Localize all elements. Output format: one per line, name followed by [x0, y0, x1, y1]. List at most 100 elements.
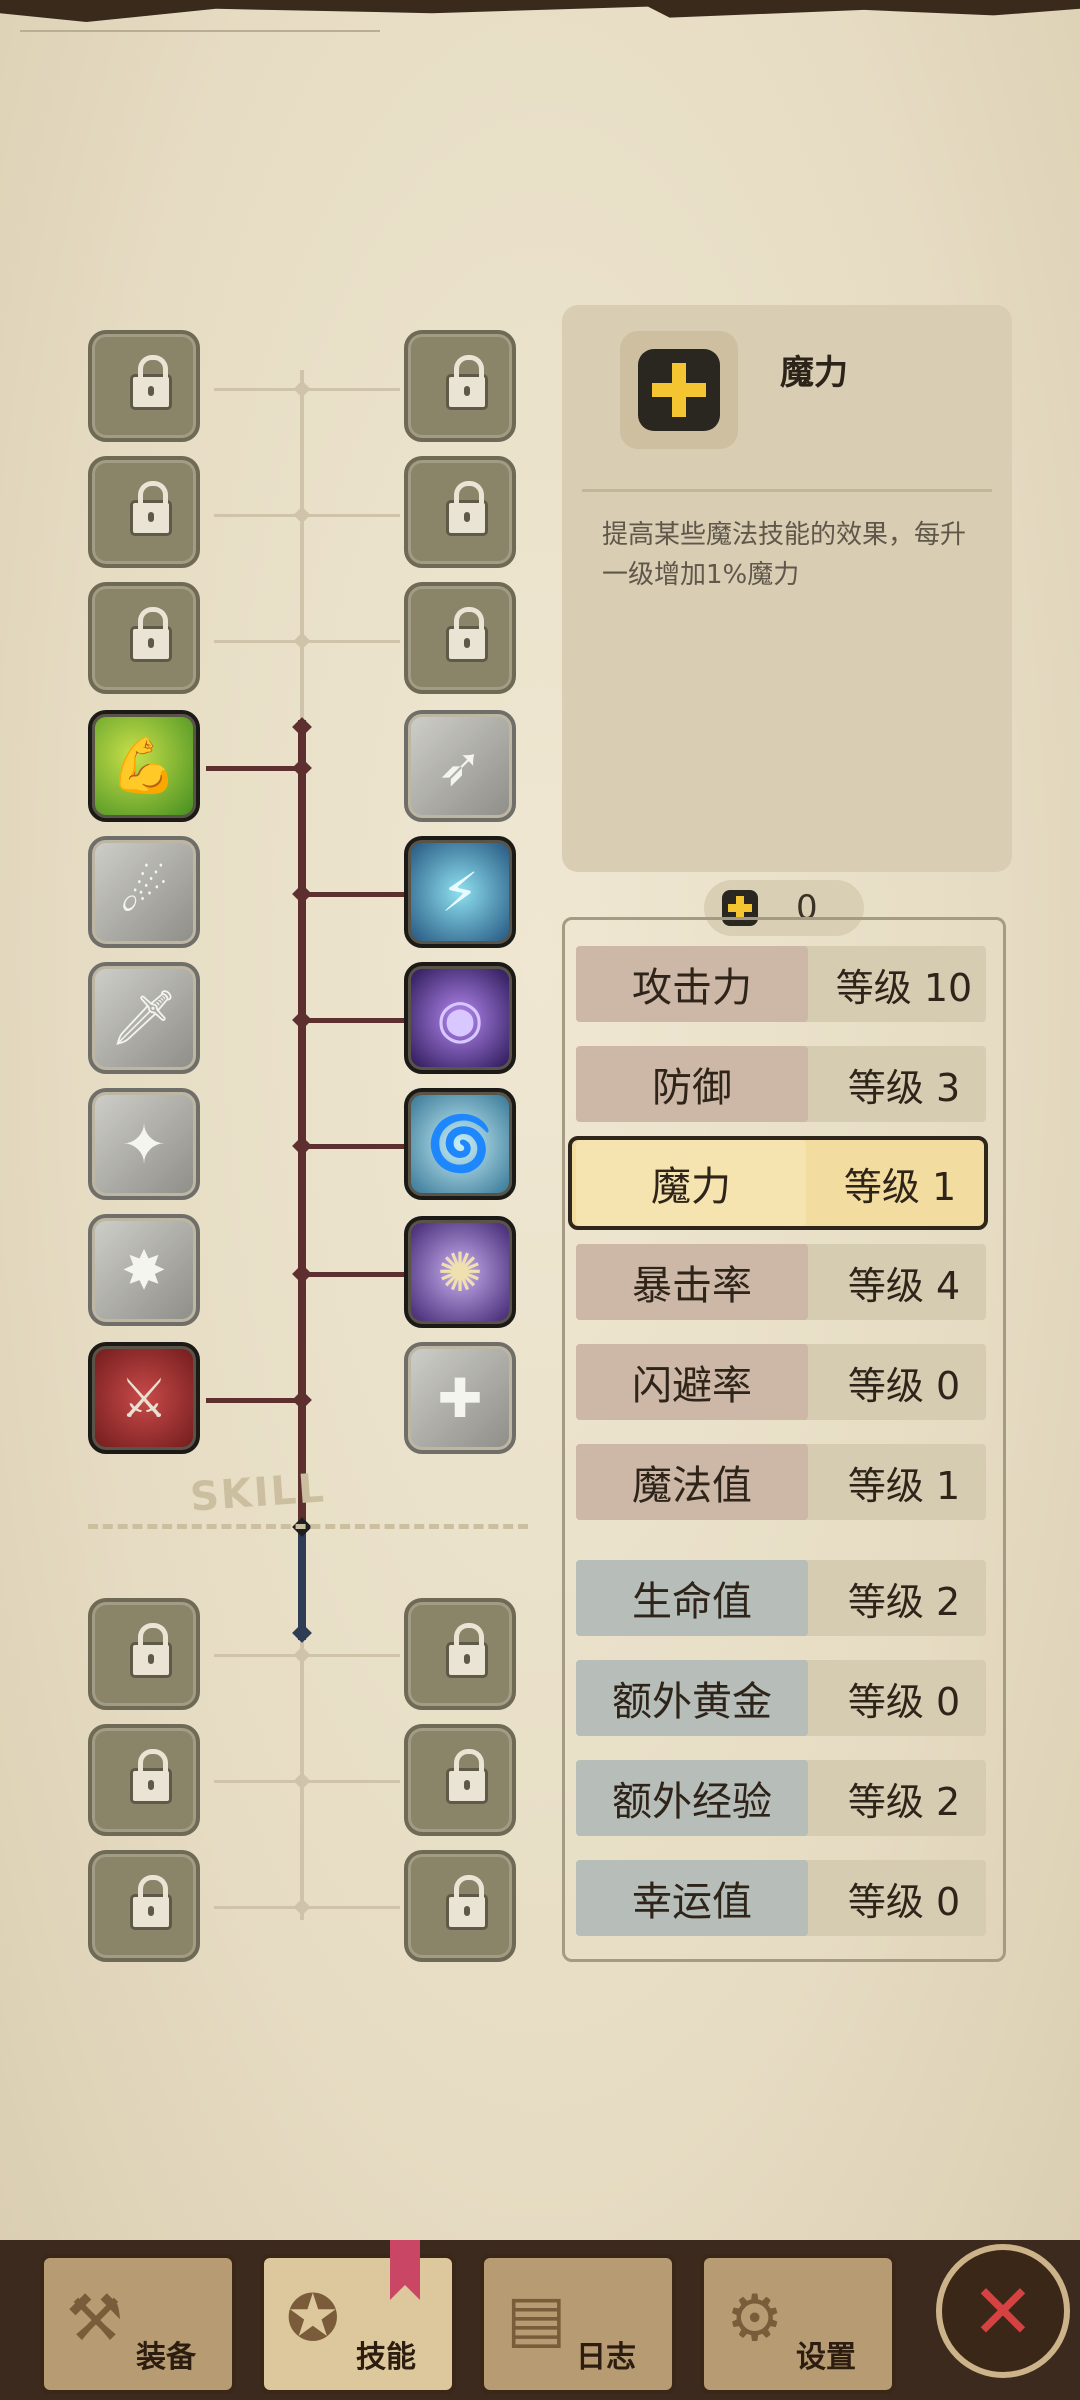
skill-info-description: 提高某些魔法技能的效果，每升一级增加1%魔力 [602, 520, 967, 590]
stat-level: 等级 10 [835, 965, 973, 1010]
stat-row-gold[interactable]: 额外黄金 等级 0 [576, 1660, 986, 1736]
lock-icon [446, 607, 488, 662]
tree-node [292, 1264, 312, 1284]
plus-icon [638, 349, 720, 431]
tab-label: 装备 [136, 2340, 196, 2375]
skill-wind-slash[interactable]: 🌀 [404, 1088, 516, 1200]
skill-locked[interactable] [88, 456, 200, 568]
heal-icon: ✚ [437, 1366, 483, 1430]
close-button[interactable]: ✕ [936, 2244, 1070, 2378]
skill-locked[interactable] [88, 330, 200, 442]
lightning-figure-icon: ⚡ [441, 860, 479, 924]
tab-skills[interactable]: ✪ 技能 [260, 2254, 456, 2394]
skill-unlearned[interactable]: ➶ [404, 710, 516, 822]
skill-locked[interactable] [404, 1598, 516, 1710]
wind-blade-icon: 🌀 [426, 1112, 494, 1175]
tree-node [292, 884, 312, 904]
skill-eye[interactable]: ◉ [404, 962, 516, 1074]
lock-icon [130, 607, 172, 662]
skill-screen: 💪 ☄ 🗡 ✦ ✸ ⚔ ➶ ⚡ ◉ 🌀 ✺ ✚ SKILL 魔力 提高某些魔法技… [0, 0, 1080, 2400]
stat-level: 等级 1 [847, 1463, 961, 1508]
skill-info-title: 魔力 [780, 353, 848, 393]
tree-node [292, 1390, 312, 1410]
section-divider [88, 1524, 528, 1529]
skill-info-panel: 魔力 提高某些魔法技能的效果，每升一级增加1%魔力 [562, 305, 1012, 872]
skill-lightning[interactable]: ⚡ [404, 836, 516, 948]
skill-strength[interactable]: 💪 [88, 710, 200, 822]
lock-icon [446, 355, 488, 410]
tab-label: 设置 [796, 2340, 856, 2375]
skill-cross-blade[interactable]: ⚔ [88, 1342, 200, 1454]
stat-row-luck[interactable]: 幸运值 等级 0 [576, 1860, 986, 1936]
arcane-orb-icon: ✺ [437, 1240, 483, 1304]
skill-locked[interactable] [404, 456, 516, 568]
gear-icon: ⚙ [726, 2282, 784, 2356]
skill-watermark: SKILL [188, 1465, 328, 1521]
lock-icon [446, 1623, 488, 1678]
skill-info-icon-frame [620, 331, 738, 449]
stat-row-hp[interactable]: 生命值 等级 2 [576, 1560, 986, 1636]
stat-name: 暴击率 [576, 1244, 808, 1320]
skill-unlearned[interactable]: 🗡 [88, 962, 200, 1074]
tab-log[interactable]: ▤ 日志 [480, 2254, 676, 2394]
skill-locked[interactable] [404, 330, 516, 442]
stat-level: 等级 0 [847, 1363, 961, 1408]
stat-name: 额外黄金 [576, 1660, 808, 1736]
stat-row-magic[interactable]: 魔力 等级 1 [568, 1136, 988, 1230]
stat-row-defense[interactable]: 防御 等级 3 [576, 1046, 986, 1122]
close-icon: ✕ [971, 2266, 1035, 2356]
torn-edge [0, 0, 1080, 22]
tree-branch [306, 1272, 406, 1277]
skill-locked[interactable] [88, 1598, 200, 1710]
tree-line-inactive [300, 370, 304, 720]
stat-row-exp[interactable]: 额外经验 等级 2 [576, 1760, 986, 1836]
axe-icon: ⚒ [66, 2282, 124, 2356]
rage-icon: ✸ [121, 1238, 167, 1302]
tree-branch [306, 1144, 406, 1149]
tree-node [292, 1623, 312, 1643]
stat-name: 闪避率 [576, 1344, 808, 1420]
skill-unlearned[interactable]: ☄ [88, 836, 200, 948]
crossed-swords-icon: ⚔ [119, 1366, 169, 1430]
skill-arcane[interactable]: ✺ [404, 1216, 516, 1328]
skill-locked[interactable] [404, 1850, 516, 1962]
skill-locked[interactable] [404, 1724, 516, 1836]
stat-row-dodge[interactable]: 闪避率 等级 0 [576, 1344, 986, 1420]
stat-row-mana[interactable]: 魔法值 等级 1 [576, 1444, 986, 1520]
tree-branch [206, 1398, 300, 1403]
divider [20, 30, 380, 32]
lock-icon [130, 1749, 172, 1804]
tab-equipment[interactable]: ⚒ 装备 [40, 2254, 236, 2394]
skill-locked[interactable] [88, 582, 200, 694]
skill-unlearned[interactable]: ✦ [88, 1088, 200, 1200]
lock-icon [130, 1875, 172, 1930]
stat-name: 攻击力 [576, 946, 808, 1022]
whirlwind-icon: ☄ [119, 860, 169, 924]
stat-level: 等级 0 [847, 1879, 961, 1924]
tree-node [293, 1772, 311, 1790]
stat-name: 魔力 [576, 1140, 806, 1226]
stat-name: 额外经验 [576, 1760, 808, 1836]
stat-level: 等级 0 [847, 1679, 961, 1724]
tab-settings[interactable]: ⚙ 设置 [700, 2254, 896, 2394]
tree-node [293, 632, 311, 650]
skill-locked[interactable] [88, 1724, 200, 1836]
flexed-arm-icon: 💪 [110, 734, 178, 797]
stat-row-crit[interactable]: 暴击率 等级 4 [576, 1244, 986, 1320]
tree-node [293, 380, 311, 398]
stat-level: 等级 3 [847, 1065, 961, 1110]
divider [582, 489, 992, 492]
tree-node [292, 717, 312, 737]
stat-name: 魔法值 [576, 1444, 808, 1520]
skill-unlearned[interactable]: ✸ [88, 1214, 200, 1326]
tree-branch [306, 1018, 406, 1023]
stat-level: 等级 1 [843, 1164, 957, 1209]
skill-locked[interactable] [404, 582, 516, 694]
skill-locked[interactable] [88, 1850, 200, 1962]
stat-row-attack[interactable]: 攻击力 等级 10 [576, 946, 986, 1022]
plus-shape [652, 383, 706, 397]
tree-node [292, 1010, 312, 1030]
stat-level: 等级 2 [847, 1779, 961, 1824]
dagger-icon: 🗡 [109, 986, 179, 1049]
skill-unlearned[interactable]: ✚ [404, 1342, 516, 1454]
